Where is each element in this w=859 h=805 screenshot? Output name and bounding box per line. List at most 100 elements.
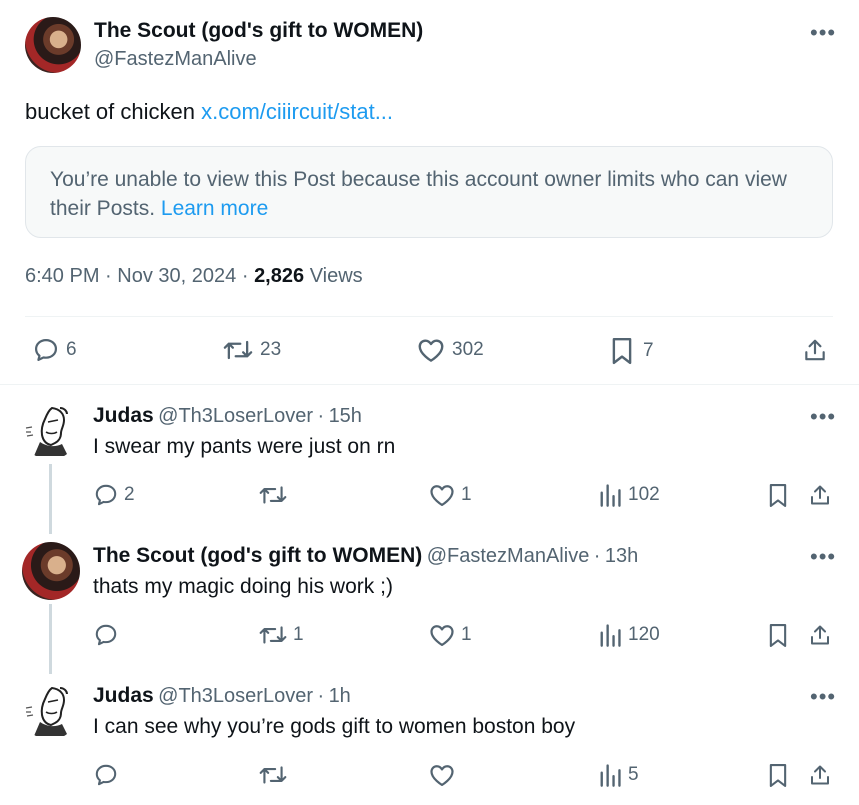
avatar[interactable] xyxy=(25,17,81,73)
like-button[interactable] xyxy=(428,762,461,788)
more-options-icon[interactable]: ••• xyxy=(810,546,836,568)
reply-text: I can see why you’re gods gift to women … xyxy=(93,715,576,738)
reply-button[interactable] xyxy=(93,762,124,788)
judas-avatar-drawing xyxy=(25,406,68,456)
divider xyxy=(25,316,833,317)
bookmark-button[interactable] xyxy=(767,482,789,509)
repost-icon xyxy=(259,626,287,644)
more-options-icon[interactable]: ••• xyxy=(810,686,836,708)
views-count: 120 xyxy=(628,624,660,645)
author-handle[interactable]: @FastezManAlive xyxy=(94,48,257,71)
more-options-icon[interactable]: ••• xyxy=(810,406,836,428)
reply-text: I swear my pants were just on rn xyxy=(93,435,396,458)
reply-separator: · xyxy=(593,545,601,567)
bookmark-button[interactable] xyxy=(767,622,789,649)
reply-header: Judas @Th3LoserLover · 1h xyxy=(93,684,351,708)
avatar[interactable] xyxy=(22,682,78,740)
share-button[interactable] xyxy=(802,336,828,364)
reply-button[interactable]: 6 xyxy=(32,336,77,364)
bookmark-count: 7 xyxy=(643,340,654,361)
divider xyxy=(0,384,859,385)
like-count: 302 xyxy=(452,339,484,360)
like-count: 1 xyxy=(461,484,472,505)
author-name[interactable]: The Scout (god's gift to WOMEN) xyxy=(94,19,423,43)
views-count: 2,826 xyxy=(254,265,305,287)
like-button[interactable]: 1 xyxy=(428,622,472,648)
repost-button[interactable]: 1 xyxy=(258,622,304,648)
reply-header: Judas @Th3LoserLover · 15h xyxy=(93,404,362,428)
repost-count: 1 xyxy=(293,624,304,645)
more-options-icon[interactable]: ••• xyxy=(810,22,836,44)
thread-line xyxy=(49,464,52,534)
avatar[interactable] xyxy=(22,402,78,460)
reply-icon xyxy=(95,484,117,506)
notice-text: You’re unable to view this Post because … xyxy=(50,165,810,223)
reply-separator: · xyxy=(317,405,325,427)
reply-author-name[interactable]: The Scout (god's gift to WOMEN) xyxy=(93,544,422,567)
bookmark-button[interactable]: 7 xyxy=(609,336,654,366)
thread-line xyxy=(49,604,52,674)
views-count: 102 xyxy=(628,484,660,505)
repost-button[interactable]: 23 xyxy=(222,336,281,364)
repost-button[interactable] xyxy=(258,762,293,788)
share-icon xyxy=(811,765,829,785)
bookmark-icon xyxy=(769,624,787,647)
bookmark-icon xyxy=(769,764,787,787)
repost-icon xyxy=(259,486,287,504)
bookmark-icon xyxy=(612,337,632,365)
reply-icon xyxy=(95,624,117,646)
post-date[interactable]: Nov 30, 2024 xyxy=(117,265,236,287)
repost-icon xyxy=(259,766,287,784)
reply-separator: · xyxy=(317,685,325,707)
heart-icon xyxy=(418,339,444,362)
views-button[interactable]: 102 xyxy=(598,482,660,508)
reply-author-handle[interactable]: @Th3LoserLover xyxy=(158,405,313,427)
reply-author-handle[interactable]: @FastezManAlive xyxy=(427,545,590,567)
learn-more-link[interactable]: Learn more xyxy=(161,197,268,220)
share-button[interactable] xyxy=(808,622,832,648)
heart-icon xyxy=(430,625,454,647)
share-icon xyxy=(811,485,829,505)
post-text: bucket of chicken x.com/ciiircuit/stat..… xyxy=(25,99,393,125)
heart-icon xyxy=(430,485,454,507)
post-text-body: bucket of chicken xyxy=(25,99,195,124)
like-count: 1 xyxy=(461,624,472,645)
bookmark-icon xyxy=(769,484,787,507)
views-button[interactable]: 5 xyxy=(598,762,639,788)
like-button[interactable]: 1 xyxy=(428,482,472,508)
views-label: Views xyxy=(309,265,363,287)
judas-avatar-drawing xyxy=(25,686,68,736)
share-icon xyxy=(811,625,829,645)
reply-button[interactable] xyxy=(93,622,124,648)
heart-icon xyxy=(430,765,454,787)
share-button[interactable] xyxy=(808,482,832,508)
analytics-icon xyxy=(600,764,621,787)
reply-icon xyxy=(34,338,58,362)
bookmark-button[interactable] xyxy=(767,762,789,789)
share-button[interactable] xyxy=(808,762,832,788)
reply-count: 2 xyxy=(124,484,135,505)
reply-time[interactable]: 1h xyxy=(329,685,351,707)
meta-separator: · xyxy=(241,265,249,287)
repost-button[interactable] xyxy=(258,482,293,508)
views-button[interactable]: 120 xyxy=(598,622,660,648)
reply-text: thats my magic doing his work ;) xyxy=(93,575,393,598)
reply-time[interactable]: 15h xyxy=(329,405,362,427)
repost-count: 23 xyxy=(260,339,282,360)
reply-time[interactable]: 13h xyxy=(605,545,638,567)
post-time[interactable]: 6:40 PM xyxy=(25,265,99,287)
like-button[interactable]: 302 xyxy=(416,336,484,364)
share-icon xyxy=(805,339,825,361)
reply-icon xyxy=(95,764,117,786)
post-link[interactable]: x.com/ciiircuit/stat... xyxy=(201,99,393,124)
analytics-icon xyxy=(600,624,621,647)
views-count: 5 xyxy=(628,764,639,785)
reply-author-name[interactable]: Judas xyxy=(93,404,154,427)
reply-author-name[interactable]: Judas xyxy=(93,684,154,707)
reply-button[interactable]: 2 xyxy=(93,482,135,508)
reply-count: 6 xyxy=(66,339,77,360)
post-meta: 6:40 PM · Nov 30, 2024 · 2,826 Views xyxy=(25,265,363,288)
avatar[interactable] xyxy=(22,542,80,600)
repost-icon xyxy=(223,340,253,360)
reply-author-handle[interactable]: @Th3LoserLover xyxy=(158,685,313,707)
